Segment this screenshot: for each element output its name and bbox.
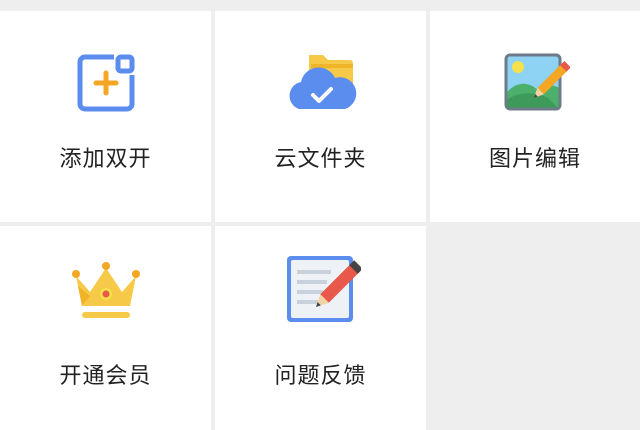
feature-grid: 添加双开 云文件夹 图片编辑 开通会员 问题反馈: [0, 11, 640, 430]
image-edit-icon: [495, 51, 575, 115]
tile-label: 问题反馈: [274, 364, 367, 389]
empty-slot: [430, 226, 640, 430]
tile-feedback[interactable]: 问题反馈: [215, 226, 426, 430]
feedback-note-icon: [281, 256, 361, 322]
cloud-folder-icon: [281, 51, 361, 115]
tile-label: 开通会员: [59, 364, 152, 389]
add-square-icon: [66, 51, 146, 115]
crown-icon: [66, 258, 146, 322]
tile-label: 云文件夹: [274, 147, 367, 172]
tile-label: 添加双开: [59, 147, 152, 172]
tile-label: 图片编辑: [488, 147, 581, 172]
tile-cloud-folder[interactable]: 云文件夹: [215, 11, 426, 222]
tile-add-dual[interactable]: 添加双开: [0, 11, 211, 222]
tile-image-edit[interactable]: 图片编辑: [430, 11, 640, 222]
tile-vip[interactable]: 开通会员: [0, 226, 211, 430]
